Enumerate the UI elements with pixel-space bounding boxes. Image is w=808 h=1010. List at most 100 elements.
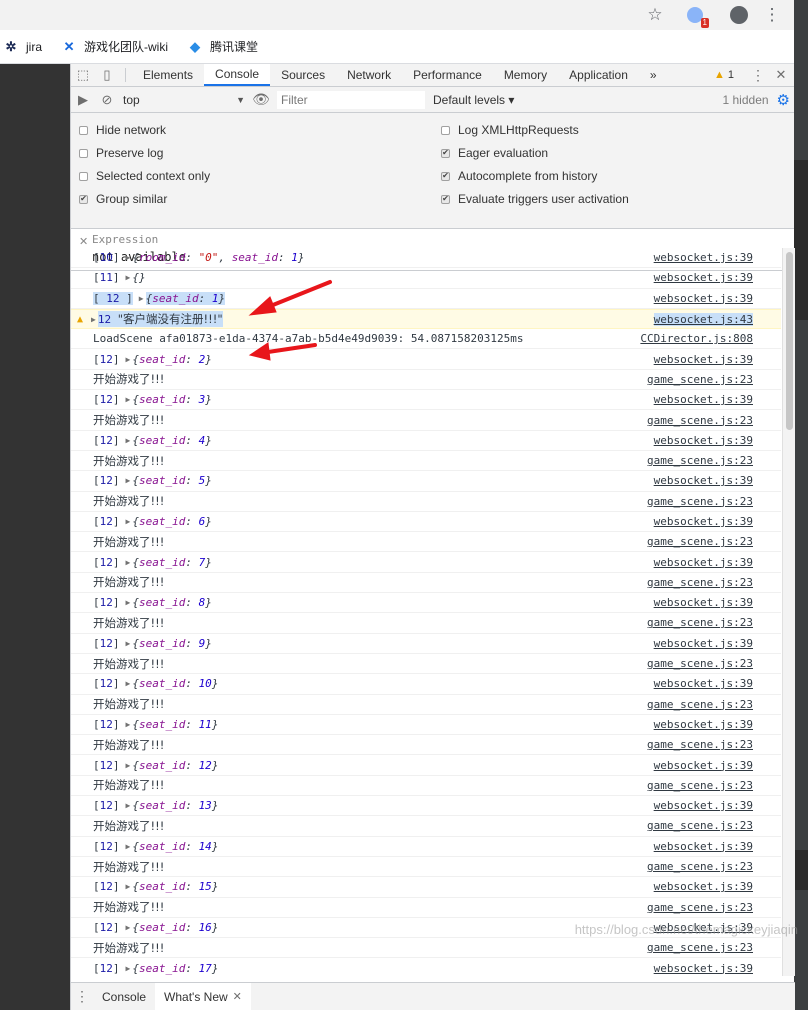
log-row[interactable]: [ 12 ] ▶ {seat_id: 13} websocket.js:39 xyxy=(71,796,781,817)
tab-network[interactable]: Network xyxy=(336,64,402,86)
log-row[interactable]: [ 12 ] ▶ {seat_id: 14} websocket.js:39 xyxy=(71,837,781,857)
clear-console-icon[interactable]: ⊘ xyxy=(95,89,119,111)
expand-triangle-icon[interactable]: ▶ xyxy=(126,923,131,932)
source-link[interactable]: websocket.js:39 xyxy=(654,596,753,609)
checkbox-unchecked[interactable] xyxy=(79,125,88,135)
log-row[interactable]: [ 12 ] ▶ {seat_id: 9} websocket.js:39 xyxy=(71,634,781,654)
expression-label[interactable]: Expression xyxy=(92,233,158,246)
expand-triangle-icon[interactable]: ▶ xyxy=(126,355,131,364)
source-link[interactable]: websocket.js:39 xyxy=(654,556,753,569)
expand-triangle-icon[interactable]: ▶ xyxy=(126,761,131,770)
source-link[interactable]: websocket.js:39 xyxy=(654,840,753,853)
source-link[interactable]: game_scene.js:23 xyxy=(647,819,753,832)
source-link[interactable]: game_scene.js:23 xyxy=(647,901,753,914)
tab-application[interactable]: Application xyxy=(558,64,639,86)
remove-expression-icon[interactable]: ✕ xyxy=(79,235,88,248)
devtools-menu-icon[interactable]: ⋮ xyxy=(748,67,768,84)
drawer-tab-console[interactable]: Console xyxy=(93,983,155,1010)
log-row[interactable]: 开始游戏了!!! game_scene.js:23 xyxy=(71,938,781,959)
expand-triangle-icon[interactable]: ▶ xyxy=(126,273,131,282)
log-row[interactable]: 开始游戏了!!! game_scene.js:23 xyxy=(71,532,781,553)
expand-triangle-icon[interactable]: ▶ xyxy=(126,801,131,810)
bookmark-jira[interactable]: ✲ jira xyxy=(2,38,42,56)
log-row[interactable]: 开始游戏了!!! game_scene.js:23 xyxy=(71,654,781,675)
log-row-warning[interactable]: ▲ ▶ 12 "客户端没有注册!!!" websocket.js:43 xyxy=(71,308,781,330)
source-link[interactable]: websocket.js:39 xyxy=(654,515,753,528)
setting-left-0[interactable]: Hide network xyxy=(79,123,166,137)
log-row[interactable]: 开始游戏了!!! game_scene.js:23 xyxy=(71,695,781,715)
checkbox-checked[interactable]: ✔ xyxy=(79,194,88,204)
warning-count-badge[interactable]: ▲ 1 xyxy=(714,69,734,81)
expand-triangle-icon[interactable]: ▶ xyxy=(126,679,131,688)
console-settings-gear-icon[interactable]: ⚙ xyxy=(777,91,790,109)
source-link[interactable]: game_scene.js:23 xyxy=(647,576,753,589)
tab-elements[interactable]: Elements xyxy=(132,64,204,86)
expand-triangle-icon[interactable]: ▶ xyxy=(126,598,131,607)
expand-triangle-icon[interactable]: ▶ xyxy=(126,436,131,445)
expand-triangle-icon[interactable]: ▶ xyxy=(126,964,131,973)
expand-triangle-icon[interactable]: ▶ xyxy=(126,720,131,729)
context-selector[interactable]: top ▼ xyxy=(119,90,249,110)
source-link[interactable]: websocket.js:39 xyxy=(654,718,753,731)
log-row[interactable]: 开始游戏了!!! game_scene.js:23 xyxy=(71,735,781,756)
source-link[interactable]: websocket.js:39 xyxy=(654,474,753,487)
expand-triangle-icon[interactable]: ▶ xyxy=(126,882,131,891)
log-row[interactable]: 开始游戏了!!! game_scene.js:23 xyxy=(71,573,781,594)
extension-icon[interactable]: 1 xyxy=(684,4,709,28)
expand-triangle-icon[interactable]: ▶ xyxy=(91,315,96,324)
log-row[interactable]: 开始游戏了!!! game_scene.js:23 xyxy=(71,898,781,918)
expand-triangle-icon[interactable]: ▶ xyxy=(126,639,131,648)
log-row[interactable]: [ 11 ] ▶ {} websocket.js:39 xyxy=(71,268,781,289)
log-row[interactable]: [ 12 ] ▶ {seat_id: 6} websocket.js:39 xyxy=(71,512,781,533)
log-row[interactable]: [ 12 ] ▶ {seat_id: 5} websocket.js:39 xyxy=(71,471,781,492)
setting-left-3[interactable]: ✔ Group similar xyxy=(79,192,167,206)
close-tab-icon[interactable]: ✕ xyxy=(233,990,242,1003)
log-row[interactable]: 开始游戏了!!! game_scene.js:23 xyxy=(71,410,781,431)
show-sidebar-icon[interactable]: ▶ xyxy=(71,89,95,111)
source-link[interactable]: websocket.js:43 xyxy=(653,312,753,326)
more-tabs-button[interactable]: » xyxy=(639,64,668,86)
expand-triangle-icon[interactable]: ▶ xyxy=(126,558,131,567)
source-link[interactable]: CCDirector.js:808 xyxy=(640,332,753,345)
source-link[interactable]: game_scene.js:23 xyxy=(647,535,753,548)
log-row[interactable]: 开始游戏了!!! game_scene.js:23 xyxy=(71,370,781,391)
source-link[interactable]: websocket.js:39 xyxy=(654,637,753,650)
filter-input[interactable] xyxy=(277,90,425,109)
source-link[interactable]: game_scene.js:23 xyxy=(647,941,753,954)
console-scrollbar[interactable] xyxy=(782,248,795,976)
device-toolbar-icon[interactable]: ▯ xyxy=(95,64,119,86)
source-link[interactable]: websocket.js:39 xyxy=(654,251,753,264)
log-row[interactable]: 开始游戏了!!! game_scene.js:23 xyxy=(71,613,781,634)
checkbox-checked[interactable]: ✔ xyxy=(441,194,450,204)
source-link[interactable]: game_scene.js:23 xyxy=(647,657,753,670)
log-row[interactable]: [ 12 ] ▶ {seat_id: 4} websocket.js:39 xyxy=(71,431,781,451)
checkbox-unchecked[interactable] xyxy=(79,148,88,158)
log-row[interactable]: [ 12 ] ▶ {seat_id: 8} websocket.js:39 xyxy=(71,593,781,614)
setting-right-2[interactable]: ✔ Autocomplete from history xyxy=(441,169,597,183)
log-row[interactable]: 开始游戏了!!! game_scene.js:23 xyxy=(71,451,781,472)
tab-performance[interactable]: Performance xyxy=(402,64,493,86)
scrollbar-thumb[interactable] xyxy=(786,252,793,430)
expand-triangle-icon[interactable]: ▶ xyxy=(139,294,144,303)
log-row[interactable]: [ 12 ] ▶ {seat_id: 11} websocket.js:39 xyxy=(71,715,781,736)
profile-avatar-icon[interactable] xyxy=(728,4,750,26)
expand-triangle-icon[interactable]: ▶ xyxy=(126,842,131,851)
source-link[interactable]: websocket.js:39 xyxy=(654,292,753,305)
log-row[interactable]: 开始游戏了!!! game_scene.js:23 xyxy=(71,857,781,878)
browser-menu-icon[interactable]: ⋮ xyxy=(761,4,783,26)
expand-triangle-icon[interactable]: ▶ xyxy=(126,476,131,485)
checkbox-unchecked[interactable] xyxy=(79,171,88,181)
source-link[interactable]: game_scene.js:23 xyxy=(647,373,753,386)
source-link[interactable]: game_scene.js:23 xyxy=(647,779,753,792)
log-row[interactable]: [ 12 ] ▶ {seat_id: 1} websocket.js:39 xyxy=(71,289,781,309)
bookmark-star-icon[interactable]: ☆ xyxy=(644,4,666,26)
bookmark-tencent-classroom[interactable]: ◆ 腾讯课堂 xyxy=(186,38,258,56)
source-link[interactable]: game_scene.js:23 xyxy=(647,860,753,873)
source-link[interactable]: websocket.js:39 xyxy=(654,799,753,812)
source-link[interactable]: game_scene.js:23 xyxy=(647,454,753,467)
log-row[interactable]: [ 12 ] ▶ {seat_id: 12} websocket.js:39 xyxy=(71,755,781,776)
log-row[interactable]: [ 12 ] ▶ {seat_id: 10} websocket.js:39 xyxy=(71,674,781,695)
expand-triangle-icon[interactable]: ▶ xyxy=(126,253,131,262)
drawer-menu-icon[interactable]: ⋮ xyxy=(71,988,93,1005)
source-link[interactable]: websocket.js:39 xyxy=(654,353,753,366)
